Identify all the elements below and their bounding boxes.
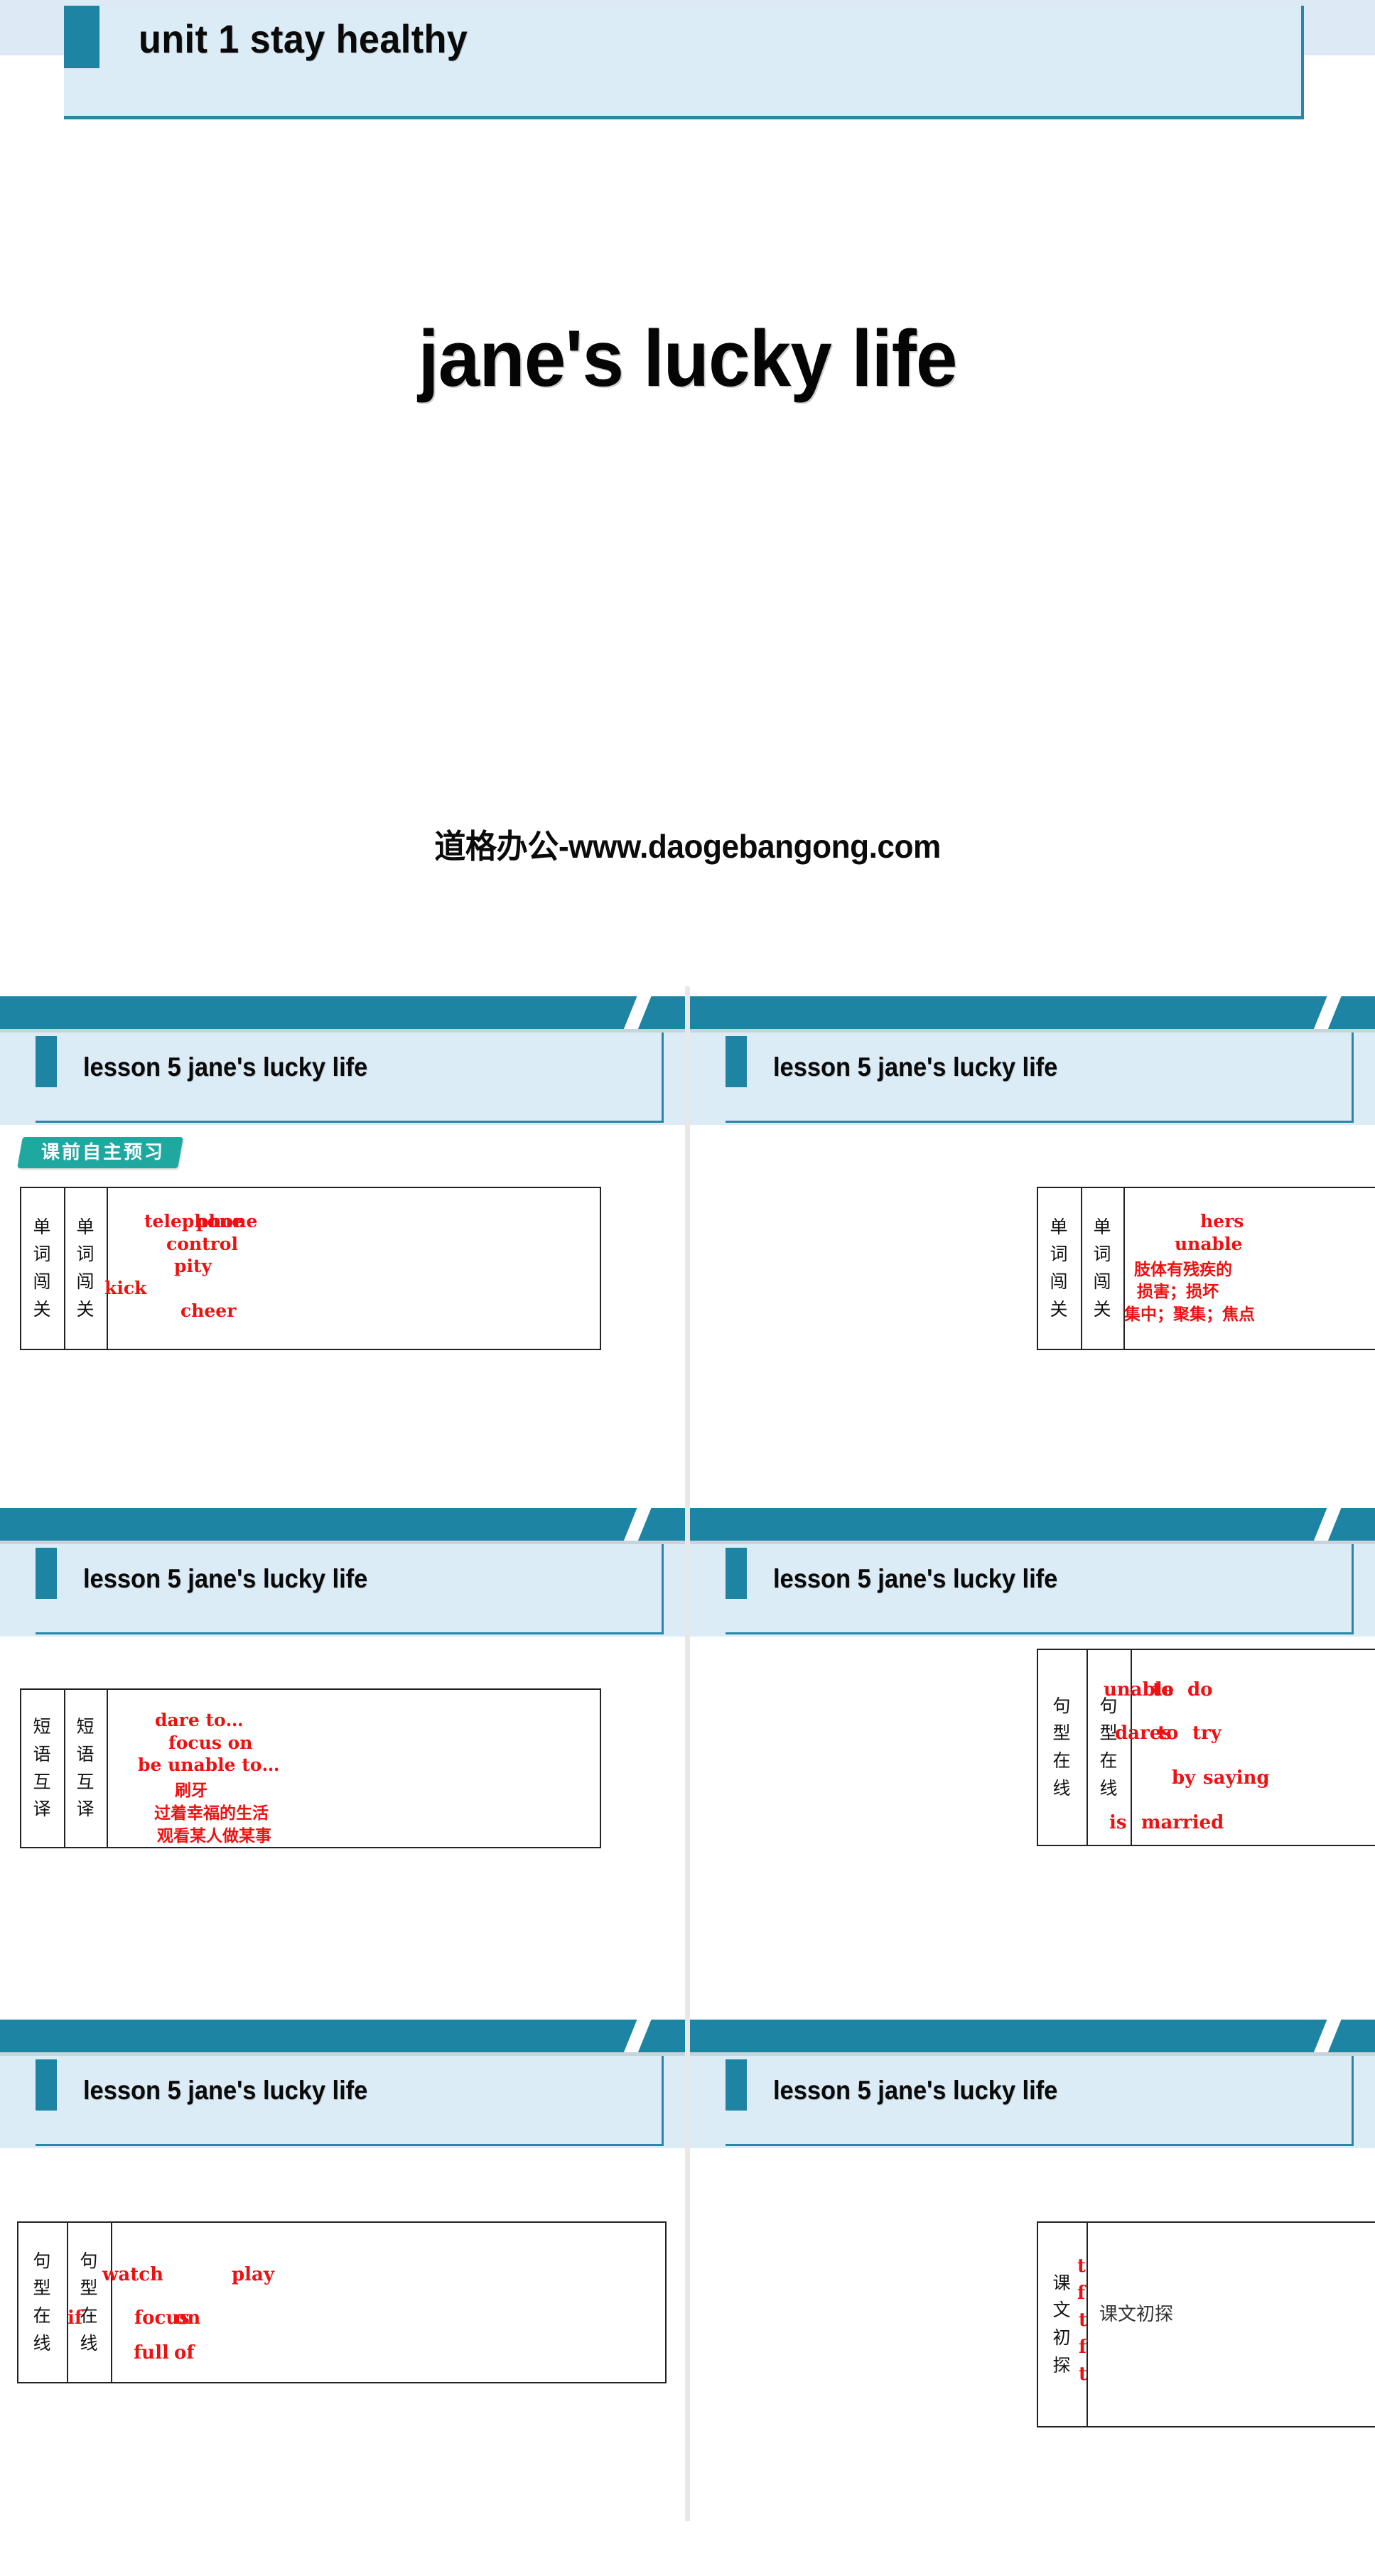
answer-word: do xyxy=(1187,1679,1213,1701)
bottom-strip xyxy=(0,2521,1375,2543)
slide-thumbnail[interactable]: lesson 5 jane's lucky life 句型在线句型在线 watch p… xyxy=(0,2010,685,2521)
answer-word: cheer xyxy=(180,1300,237,1321)
slide-top-bar xyxy=(0,2020,685,2052)
slide-top-bar xyxy=(690,996,1375,1029)
answer-word: 集中；聚集；焦点 xyxy=(1124,1305,1255,1324)
answer-word: to xyxy=(1158,1723,1179,1744)
table-label-column-inner: 短语互译 xyxy=(76,1716,95,1820)
answer-table xyxy=(20,1688,601,1848)
answer-word: f xyxy=(1079,2337,1087,2358)
slide-header-title: lesson 5 jane's lucky life xyxy=(83,2076,368,2105)
answer-word: focus on xyxy=(168,1732,253,1753)
section-badge: 课前自主预习 xyxy=(17,1137,183,1168)
slide-header-title: lesson 5 jane's lucky life xyxy=(773,1052,1058,1082)
slide-thumbnail[interactable]: lesson 5 jane's lucky life 课文初探课文初探 t f t f t xyxy=(690,2010,1375,2521)
answer-word: unable xyxy=(1175,1234,1243,1254)
watermark-text: 道格办公-www.daogebangong.com xyxy=(434,828,941,865)
slide-header-accent-tab xyxy=(726,1036,747,1087)
table-note: 课文初探 xyxy=(1099,2304,1174,2325)
answer-table xyxy=(20,1187,601,1350)
answer-word: 过着幸福的生活 xyxy=(154,1804,269,1823)
table-label-column-outer: 句型在线 xyxy=(33,2250,51,2354)
table-label-column-outer: 句型在线 xyxy=(1052,1695,1071,1799)
answer-word: be unable to… xyxy=(138,1755,280,1775)
answer-word: phone xyxy=(196,1211,258,1232)
answer-word: f xyxy=(1077,2283,1086,2304)
answer-word: by xyxy=(1172,1767,1196,1789)
slide-header-title: lesson 5 jane's lucky life xyxy=(773,1564,1058,1593)
table-label-column-outer: 单词闯关 xyxy=(1050,1216,1068,1320)
answer-word: t xyxy=(1079,2310,1088,2331)
title-slide: unit 1 stay healthy jane's lucky life 道格… xyxy=(0,0,1375,986)
slide-thumbnail[interactable]: lesson 5 jane's lucky life 单词闯关 单词闯关 hers un… xyxy=(690,986,1375,1498)
answer-word: try xyxy=(1192,1723,1222,1744)
slide-header-title: lesson 5 jane's lucky life xyxy=(83,1564,368,1593)
slide-header-title: lesson 5 jane's lucky life xyxy=(83,1052,368,1082)
unit-header-title: unit 1 stay healthy xyxy=(139,16,468,61)
answer-word: of xyxy=(174,2342,195,2364)
slide-header-accent-tab xyxy=(726,1548,747,1599)
answer-word: pity xyxy=(174,1256,212,1276)
answer-word: saying xyxy=(1203,1767,1270,1789)
slide-top-bar xyxy=(0,996,685,1029)
slide-top-bar xyxy=(690,2020,1375,2052)
slide-top-bar xyxy=(0,1508,685,1541)
table-label-column-inner: 单词闯关 xyxy=(1093,1216,1111,1320)
slide-header-accent-tab xyxy=(36,1036,57,1087)
title-header-accent-tab xyxy=(64,6,99,68)
slide-thumbnail[interactable]: lesson 5 jane's lucky life 短语互译 短语互译 dare t… xyxy=(0,1498,685,2010)
slide-header-accent-tab xyxy=(36,1548,57,1599)
answer-word: kick xyxy=(104,1278,147,1298)
answer-table xyxy=(17,2221,667,2383)
answer-word: on xyxy=(175,2307,201,2329)
answer-word: 观看某人做某事 xyxy=(157,1827,271,1845)
answer-word: married xyxy=(1141,1812,1224,1833)
answer-word: t xyxy=(1079,2364,1088,2385)
slide-top-bar xyxy=(690,1508,1375,1541)
answer-word: 损害；损坏 xyxy=(1137,1283,1219,1301)
slide-thumbnail-grid: lesson 5 jane's lucky life 课前自主预习单词闯关 单词闯关… xyxy=(0,986,1375,2521)
answer-word: hers xyxy=(1200,1211,1244,1232)
table-label-column-outer: 单词闯关 xyxy=(33,1216,51,1320)
answer-word: if xyxy=(68,2307,83,2329)
answer-word: 刷牙 xyxy=(175,1782,207,1800)
answer-word: t xyxy=(1077,2256,1086,2277)
slide-header-accent-tab xyxy=(726,2059,747,2111)
slide-header-accent-tab xyxy=(36,2059,57,2111)
table-label-column-outer: 短语互译 xyxy=(33,1716,51,1820)
slide-thumbnail[interactable]: lesson 5 jane's lucky life 句型在线句型在线 unable… xyxy=(690,1498,1375,2010)
answer-word: full xyxy=(134,2342,169,2364)
answer-word: control xyxy=(166,1234,238,1254)
table-label-column-inner: 单词闯关 xyxy=(76,1216,95,1320)
answer-word: to xyxy=(1153,1679,1174,1701)
answer-word: watch xyxy=(102,2264,163,2285)
lesson-main-title: jane's lucky life xyxy=(418,314,957,403)
answer-word: dare to… xyxy=(155,1710,244,1730)
answer-word: play xyxy=(232,2264,275,2285)
slide-thumbnail[interactable]: lesson 5 jane's lucky life 课前自主预习单词闯关 单词闯关… xyxy=(0,986,685,1498)
slide-header-title: lesson 5 jane's lucky life xyxy=(773,2076,1058,2105)
answer-table xyxy=(1037,2221,1375,2427)
table-label-column-inner: 句型在线 xyxy=(80,2250,98,2354)
answer-word: is xyxy=(1109,1812,1127,1833)
answer-word: 肢体有残疾的 xyxy=(1134,1261,1232,1279)
